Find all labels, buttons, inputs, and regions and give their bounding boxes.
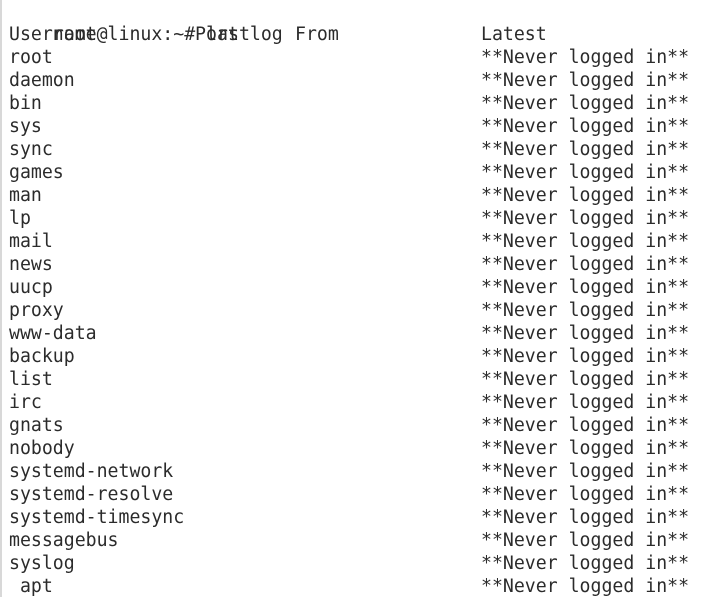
row-username: news [9, 254, 53, 275]
row-latest: **Never logged in** [481, 576, 690, 597]
lastlog-row: sys **Never logged in** [9, 115, 689, 138]
row-latest: **Never logged in** [481, 300, 690, 321]
row-username: irc [9, 392, 42, 413]
row-username: uucp [9, 277, 53, 298]
row-username: systemd-timesync [9, 507, 185, 528]
row-username: bin [9, 93, 42, 114]
row-latest: **Never logged in** [481, 530, 690, 551]
row-username: root [9, 47, 53, 68]
row-username: mail [9, 231, 53, 252]
row-latest: **Never logged in** [481, 162, 690, 183]
row-username: nobody [9, 438, 75, 459]
lastlog-row: systemd-timesync **Never logged in** [9, 506, 689, 529]
row-latest: **Never logged in** [481, 553, 690, 574]
lastlog-row: www-data **Never logged in** [9, 322, 689, 345]
row-username: games [9, 162, 64, 183]
lastlog-row: proxy **Never logged in** [9, 299, 689, 322]
lastlog-row: messagebus **Never logged in** [9, 529, 689, 552]
row-latest: **Never logged in** [481, 438, 690, 459]
lastlog-row: daemon **Never logged in** [9, 69, 689, 92]
row-latest: **Never logged in** [481, 185, 690, 206]
row-latest: **Never logged in** [481, 415, 690, 436]
header-from: From [295, 24, 339, 45]
lastlog-row: gnats **Never logged in** [9, 414, 689, 437]
row-latest: **Never logged in** [481, 47, 690, 68]
header-username: Username [9, 24, 97, 45]
lastlog-row: uucp **Never logged in** [9, 276, 689, 299]
row-latest: **Never logged in** [481, 346, 690, 367]
lastlog-row: backup **Never logged in** [9, 345, 689, 368]
row-username: systemd-resolve [9, 484, 174, 505]
row-username: daemon [9, 70, 75, 91]
header-port: Port [195, 24, 239, 45]
row-latest: **Never logged in** [481, 208, 690, 229]
row-username: syslog [9, 553, 75, 574]
lastlog-row: lp **Never logged in** [9, 207, 689, 230]
row-latest: **Never logged in** [481, 277, 690, 298]
terminal-left-border [0, 0, 2, 597]
row-latest: **Never logged in** [481, 484, 690, 505]
row-latest: **Never logged in** [481, 116, 690, 137]
row-latest: **Never logged in** [481, 93, 690, 114]
lastlog-row: syslog **Never logged in** [9, 552, 689, 575]
row-latest: **Never logged in** [481, 461, 690, 482]
lastlog-row: list **Never logged in** [9, 368, 689, 391]
row-username: lp [9, 208, 31, 229]
lastlog-row: man **Never logged in** [9, 184, 689, 207]
lastlog-header-row: Username Port From Latest [9, 23, 547, 46]
lastlog-row: nobody **Never logged in** [9, 437, 689, 460]
lastlog-row: games **Never logged in** [9, 161, 689, 184]
lastlog-row: root **Never logged in** [9, 46, 689, 69]
row-latest: **Never logged in** [481, 392, 690, 413]
row-username: proxy [9, 300, 64, 321]
row-username: www-data [9, 323, 97, 344]
lastlog-row: bin **Never logged in** [9, 92, 689, 115]
row-username: backup [9, 346, 75, 367]
row-username: gnats [9, 415, 64, 436]
lastlog-row: news **Never logged in** [9, 253, 689, 276]
terminal-window[interactable]: root@linux:~# lastlog Username Port From… [0, 0, 722, 597]
header-latest: Latest [481, 24, 547, 45]
row-username: systemd-network [9, 461, 174, 482]
row-latest: **Never logged in** [481, 323, 690, 344]
row-username: sync [9, 139, 53, 160]
row-latest: **Never logged in** [481, 507, 690, 528]
lastlog-row: systemd-resolve **Never logged in** [9, 483, 689, 506]
row-username: list [9, 369, 53, 390]
lastlog-row: sync **Never logged in** [9, 138, 689, 161]
lastlog-row: irc **Never logged in** [9, 391, 689, 414]
row-username: sys [9, 116, 42, 137]
lastlog-row: systemd-network **Never logged in** [9, 460, 689, 483]
row-username: man [9, 185, 42, 206]
row-username: apt [9, 576, 53, 597]
row-username: messagebus [9, 530, 119, 551]
row-latest: **Never logged in** [481, 369, 690, 390]
lastlog-row: apt **Never logged in** [9, 575, 689, 597]
lastlog-row: mail **Never logged in** [9, 230, 689, 253]
row-latest: **Never logged in** [481, 139, 690, 160]
row-latest: **Never logged in** [481, 254, 690, 275]
command-prompt-line: root@linux:~# lastlog [9, 0, 283, 45]
row-latest: **Never logged in** [481, 70, 690, 91]
row-latest: **Never logged in** [481, 231, 690, 252]
